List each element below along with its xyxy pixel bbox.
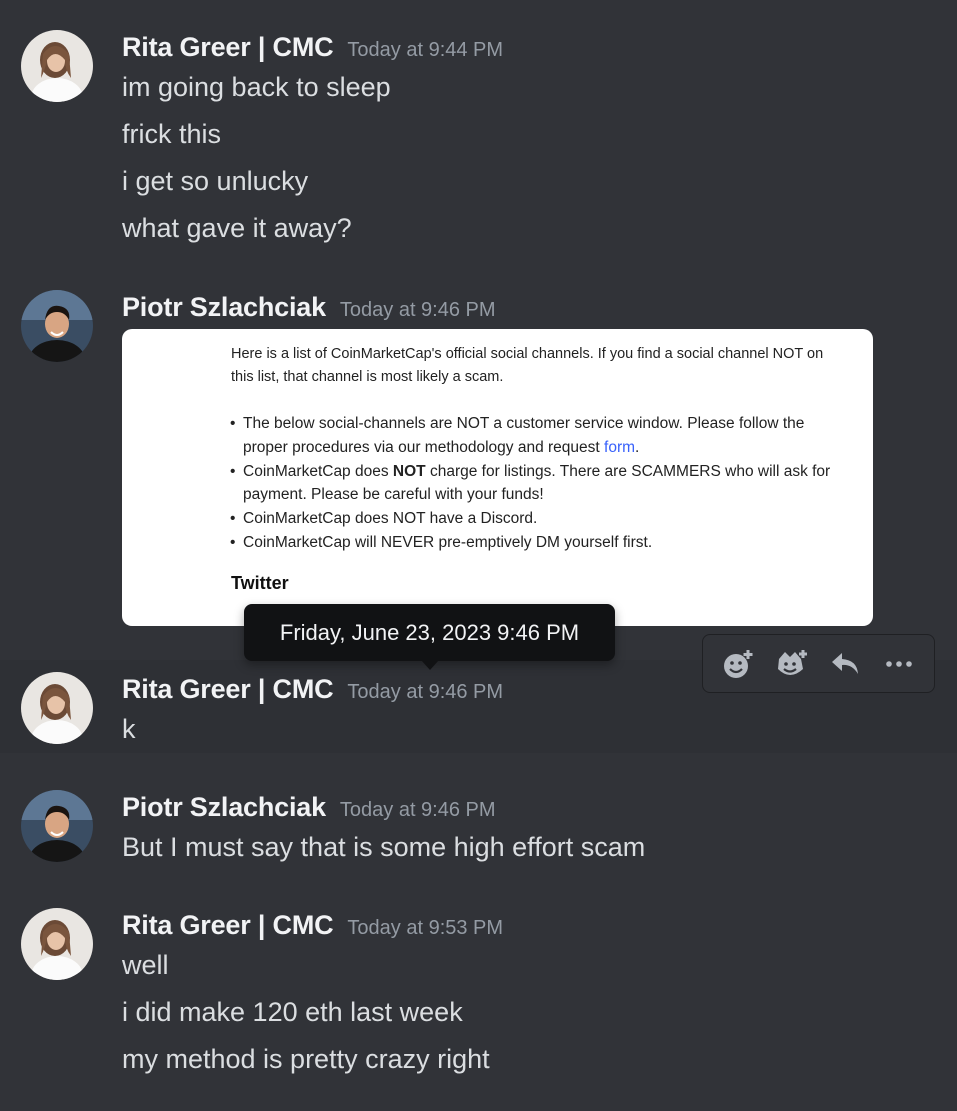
rita-avatar-image xyxy=(21,30,93,102)
form-link: form xyxy=(604,438,636,456)
tooltip-arrow xyxy=(421,660,439,670)
embed-heading: Twitter xyxy=(231,573,289,593)
rita-avatar-image xyxy=(21,908,93,980)
image-attachment[interactable]: Here is a list of CoinMarketCap's offici… xyxy=(122,329,873,626)
embed-bullet: CoinMarketCap does NOT charge for listin… xyxy=(230,460,831,507)
author-name[interactable]: Piotr Szlachciak xyxy=(122,792,326,823)
more-options-icon xyxy=(886,660,912,667)
message-timestamp[interactable]: Today at 9:44 PM xyxy=(347,39,503,62)
embed-bullet-text: CoinMarketCap will NEVER pre-emptively D… xyxy=(243,534,653,551)
message-text: k xyxy=(122,714,136,744)
message-action-bar xyxy=(702,634,935,693)
avatar[interactable] xyxy=(21,908,93,980)
embed-bullet-text: CoinMarketCap does NOT have a Discord. xyxy=(243,510,538,527)
message-timestamp[interactable]: Today at 9:46 PM xyxy=(347,681,503,704)
message-text: my method is pretty crazy right xyxy=(122,1044,490,1074)
add-reaction-button[interactable] xyxy=(716,642,760,686)
message-timestamp[interactable]: Today at 9:46 PM xyxy=(340,799,496,822)
tooltip-text: Friday, June 23, 2023 9:46 PM xyxy=(279,619,580,645)
add-super-reaction-icon xyxy=(777,649,807,675)
message-text: well xyxy=(122,950,169,980)
avatar[interactable] xyxy=(21,790,93,862)
timestamp-tooltip: Friday, June 23, 2023 9:46 PM xyxy=(244,604,615,661)
author-name[interactable]: Piotr Szlachciak xyxy=(122,292,326,323)
embed-bullet-text: The below social-channels are NOT a cust… xyxy=(243,415,805,456)
piotr-avatar-image xyxy=(21,790,93,862)
embed-bullet-text: CoinMarketCap does xyxy=(243,462,393,480)
embed-bullet-text: . xyxy=(635,438,640,456)
message-timestamp[interactable]: Today at 9:46 PM xyxy=(340,299,496,322)
author-name[interactable]: Rita Greer | CMC xyxy=(122,674,334,705)
avatar[interactable] xyxy=(21,30,93,102)
avatar[interactable] xyxy=(21,290,93,362)
embed-bullet-list: The below social-channels are NOT a cust… xyxy=(230,412,831,555)
rita-avatar-image xyxy=(21,672,93,744)
avatar[interactable] xyxy=(21,672,93,744)
message-text: im going back to sleep xyxy=(122,72,391,102)
embed-bold-text: NOT xyxy=(392,462,426,480)
message-text: i get so unlucky xyxy=(122,166,309,196)
reply-button[interactable] xyxy=(823,642,867,686)
reply-icon xyxy=(832,652,859,674)
message-text: frick this xyxy=(122,119,222,149)
author-name[interactable]: Rita Greer | CMC xyxy=(122,32,334,63)
author-name[interactable]: Rita Greer | CMC xyxy=(122,910,334,941)
embed-bullet: The below social-channels are NOT a cust… xyxy=(230,412,831,459)
embed-bullet: CoinMarketCap will NEVER pre-emptively D… xyxy=(230,531,831,555)
message-timestamp[interactable]: Today at 9:53 PM xyxy=(347,917,503,940)
more-options-button[interactable] xyxy=(877,642,921,686)
piotr-avatar-image xyxy=(21,290,93,362)
message-text: what gave it away? xyxy=(122,213,352,243)
message-text: But I must say that is some high effort … xyxy=(122,832,646,862)
embed-bullet: CoinMarketCap does NOT have a Discord. xyxy=(230,507,831,531)
add-reaction-icon xyxy=(723,649,753,678)
message-text: i did make 120 eth last week xyxy=(122,997,463,1027)
add-super-reaction-button[interactable] xyxy=(770,642,814,686)
embed-intro-text: Here is a list of CoinMarketCap's offici… xyxy=(231,346,824,385)
